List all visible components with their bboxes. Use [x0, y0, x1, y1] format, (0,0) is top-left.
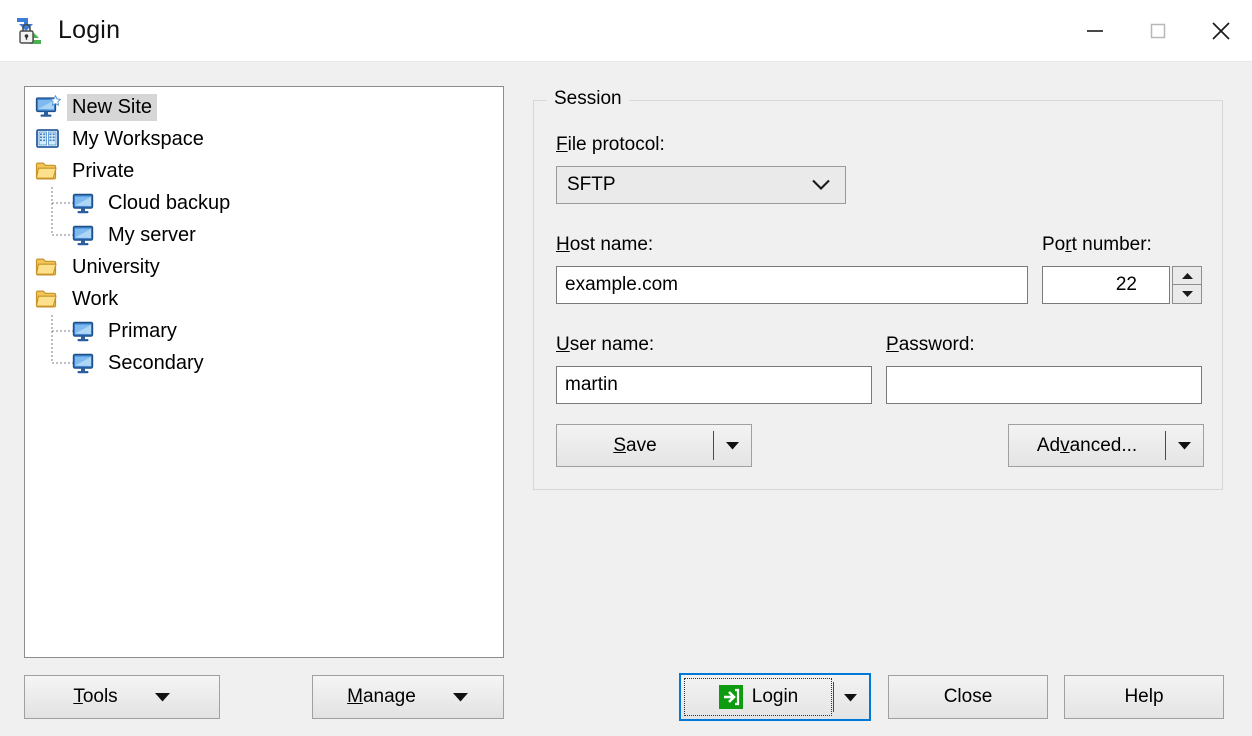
tree-item-university[interactable]: University [25, 251, 503, 283]
tree-connector-line [51, 187, 73, 219]
user-name-input[interactable] [556, 366, 872, 404]
port-number-label: Port number: [1042, 234, 1152, 255]
tree-item-secondary[interactable]: Secondary [25, 347, 503, 379]
site-icon [71, 319, 97, 343]
port-spin-up-button[interactable] [1172, 266, 1202, 285]
tree-connector-line [51, 315, 73, 347]
file-protocol-combobox[interactable]: SFTP [556, 166, 846, 204]
login-button-main[interactable]: Login [683, 677, 833, 717]
password-label: Password: [886, 334, 975, 355]
session-group-title: Session [547, 88, 629, 110]
triangle-up-icon [1181, 272, 1193, 279]
password-input[interactable] [886, 366, 1202, 404]
tree-item-label: New Site [67, 93, 158, 121]
manage-button[interactable]: Manage [312, 675, 504, 719]
tree-item-my-server[interactable]: My server [25, 219, 503, 251]
save-button[interactable]: Save [556, 424, 752, 467]
site-icon [71, 191, 97, 215]
file-protocol-value: SFTP [567, 174, 616, 195]
maximize-icon [1150, 23, 1165, 38]
tree-item-new-site[interactable]: New Site [25, 91, 503, 123]
login-button[interactable]: Login [679, 673, 871, 721]
login-dropdown-button[interactable] [833, 677, 867, 717]
folder-icon [35, 159, 61, 183]
site-icon [71, 351, 97, 375]
advanced-button[interactable]: Advanced... [1008, 424, 1204, 467]
tree-item-primary[interactable]: Primary [25, 315, 503, 347]
close-icon [1211, 21, 1230, 40]
chevron-down-icon [1177, 442, 1191, 450]
new-site-icon [35, 95, 61, 119]
close-dialog-button[interactable]: Close [888, 675, 1048, 719]
file-protocol-label: File protocol: [556, 134, 665, 155]
site-icon [71, 223, 97, 247]
tree-connector-line [51, 219, 73, 251]
user-name-label: User name: [556, 334, 655, 355]
minimize-button[interactable] [1063, 0, 1126, 61]
tree-item-work[interactable]: Work [25, 283, 503, 315]
winscp-logo-icon [17, 17, 41, 44]
host-name-label: Host name: [556, 234, 654, 255]
manage-button-label: Manage [347, 686, 416, 707]
port-spin-down-button[interactable] [1172, 285, 1202, 304]
minimize-icon [1086, 29, 1103, 32]
tools-button-label: Tools [73, 686, 118, 707]
tree-item-private[interactable]: Private [25, 155, 503, 187]
tree-item-label: My Workspace [72, 127, 204, 150]
tree-item-label: My server [108, 223, 196, 246]
tree-item-label: Primary [108, 319, 177, 342]
login-button-label: Login [751, 686, 799, 707]
advanced-button-label[interactable]: Advanced... [1009, 425, 1165, 466]
login-arrow-icon [718, 685, 743, 709]
triangle-down-icon [1181, 291, 1193, 297]
port-number-stepper[interactable] [1172, 266, 1202, 304]
folder-icon [35, 287, 61, 311]
tree-item-label: Private [72, 159, 135, 182]
port-number-input[interactable] [1042, 266, 1170, 304]
tree-item-label: Cloud backup [108, 191, 231, 214]
maximize-button[interactable] [1126, 0, 1189, 61]
window-title: Login [58, 16, 121, 44]
tree-item-label: University [72, 255, 160, 278]
workspace-icon [35, 127, 61, 151]
tools-button[interactable]: Tools [24, 675, 220, 719]
window-controls [1063, 0, 1252, 61]
sites-tree-panel[interactable]: New Site My Workspace Private Cloud back… [24, 86, 504, 658]
host-name-input[interactable] [556, 266, 1028, 304]
titlebar: Login [0, 0, 1252, 62]
tree-item-label: Work [72, 287, 119, 310]
chevron-down-icon [812, 179, 830, 190]
chevron-down-icon [843, 693, 857, 701]
folder-icon [35, 255, 61, 279]
save-button-label[interactable]: Save [557, 425, 713, 466]
chevron-down-icon [154, 693, 170, 702]
close-button[interactable] [1189, 0, 1252, 61]
tree-item-my-workspace[interactable]: My Workspace [25, 123, 503, 155]
chevron-down-icon [452, 693, 468, 702]
tree-connector-line [51, 347, 73, 379]
chevron-down-icon [725, 442, 739, 450]
help-button[interactable]: Help [1064, 675, 1224, 719]
tree-item-label: Secondary [108, 351, 204, 374]
save-dropdown-button[interactable] [713, 425, 751, 466]
advanced-dropdown-button[interactable] [1165, 425, 1203, 466]
tree-item-cloud-backup[interactable]: Cloud backup [25, 187, 503, 219]
